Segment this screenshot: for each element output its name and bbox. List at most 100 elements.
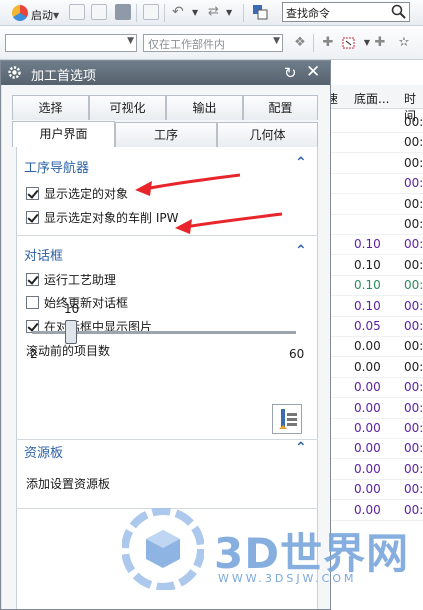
search-icon[interactable] <box>391 4 407 20</box>
table-row[interactable]: 0.00 00:0 <box>320 479 423 501</box>
selection-toolbar: ▼ 仅在工作部件内 ▼ ❖ ✚ ▼ ✚ ✫ <box>0 26 423 60</box>
table-row[interactable]: 0.00 00:0 <box>320 357 423 378</box>
table-cell: 00:4 <box>404 135 423 150</box>
table-row[interactable]: 0.00 00:0 <box>320 438 423 460</box>
checkbox-label: 始终更新对话框 <box>44 295 129 310</box>
add-resource-bar-button[interactable] <box>272 404 302 434</box>
table-cell: 0.00 <box>354 339 381 354</box>
add-resource-bar-label: 添加设置资源板 <box>26 477 111 491</box>
tab-user-interface[interactable]: 用户界面 <box>12 121 115 147</box>
dialog-title-bar[interactable]: 加工首选项 ↻ ✕ <box>1 61 330 85</box>
tab-configuration[interactable]: 配置 <box>243 95 318 120</box>
table-row[interactable]: 00:1 <box>320 214 423 235</box>
show-turning-ipw-option[interactable]: 显示选定对象的车削 IPW <box>26 209 178 225</box>
table-row[interactable]: 00:4 <box>320 132 423 154</box>
table-cell: 00:1 <box>404 257 423 272</box>
table-cell: 00:0 <box>404 359 423 374</box>
table-row[interactable]: 0.00 00:0 <box>320 377 423 399</box>
toolbar-separator <box>136 4 137 22</box>
copy-icon[interactable] <box>143 4 159 20</box>
type-filter-select[interactable]: ▼ <box>5 34 137 52</box>
command-search-text: 查找命令 <box>286 7 330 20</box>
table-row[interactable]: 0.00 00:0 <box>320 418 423 439</box>
table-row[interactable]: 00:4 <box>320 153 423 174</box>
toolbar-separator <box>164 4 165 22</box>
select-region-icon[interactable] <box>341 35 357 51</box>
command-search-input[interactable]: 查找命令 <box>282 2 410 22</box>
section-header-resource-bar[interactable]: 资源板 <box>24 442 63 461</box>
section-header-dialog[interactable]: 对话框 <box>24 245 63 264</box>
nx-logo-icon[interactable] <box>12 5 28 21</box>
section-divider <box>16 439 318 440</box>
table-cell: 00:0 <box>404 482 423 497</box>
toolbar-separator <box>313 34 314 52</box>
run-process-assistant-option[interactable]: 运行工艺助理 <box>26 271 116 287</box>
show-selected-objects-option[interactable]: 显示选定的对象 <box>26 185 128 201</box>
add-selection-icon[interactable]: ✚ <box>372 35 388 51</box>
table-row[interactable]: 0.00 00:0 <box>320 500 423 521</box>
table-row[interactable]: 0.00 00:0 <box>320 398 423 419</box>
checkbox-label: 显示选定的对象 <box>44 186 129 201</box>
reset-icon[interactable]: ↻ <box>284 64 297 82</box>
start-menu-button[interactable]: 启动 ▼ <box>31 5 59 25</box>
close-icon[interactable]: ✕ <box>306 62 320 82</box>
snap-point-icon[interactable]: ✚ <box>320 35 336 51</box>
table-row[interactable]: 0.10 00:0 <box>320 296 423 317</box>
table-cell: 0.00 <box>354 461 381 476</box>
undo-dropdown-icon[interactable]: ▼ <box>192 8 208 24</box>
window-switch-icon[interactable] <box>252 4 268 20</box>
tab-operation[interactable]: 工序 <box>115 122 217 147</box>
repeat-dropdown-icon[interactable]: ▼ <box>226 8 242 24</box>
table-cell: 00:0 <box>404 400 423 415</box>
always-update-dialog-checkbox[interactable] <box>26 295 39 309</box>
table-row[interactable]: 0.00 00:0 <box>320 459 423 480</box>
resource-bar-icon <box>279 409 297 429</box>
table-cell: 00:4 <box>404 115 423 129</box>
slider-max-label: 60 <box>289 347 305 361</box>
table-cell: 00:0 <box>404 176 423 191</box>
column-header[interactable]: 底面... <box>354 90 389 107</box>
scope-filter-select[interactable]: 仅在工作部件内 ▼ <box>143 34 283 52</box>
chevron-up-icon[interactable]: ⌃ <box>295 155 307 171</box>
start-menu-label: 启动 <box>31 9 53 22</box>
new-file-icon[interactable] <box>69 4 85 20</box>
table-cell: 00:0 <box>404 502 423 517</box>
save-icon[interactable] <box>115 4 131 20</box>
table-row[interactable]: 0.00 00:0 <box>320 336 423 358</box>
checkbox-label: 运行工艺助理 <box>44 272 117 287</box>
table-cell: 00:0 <box>404 441 423 456</box>
table-cell: 00:0 <box>404 196 423 211</box>
table-cell: 0.05 <box>354 319 381 333</box>
table-row[interactable]: 0.05 00:0 <box>320 316 423 337</box>
table-cell: 0.10 <box>354 298 381 313</box>
tab-output[interactable]: 输出 <box>166 95 243 120</box>
table-cell: 00:0 <box>404 380 423 395</box>
table-row[interactable]: 0.10 00:0 <box>320 275 423 297</box>
table-cell: 00:1 <box>404 217 423 231</box>
table-row[interactable]: 00:4 <box>320 112 423 133</box>
tab-visualization[interactable]: 可视化 <box>89 95 166 120</box>
undo-icon[interactable]: ↶ <box>172 4 188 20</box>
show-turning-ipw-checkbox[interactable] <box>26 210 39 224</box>
chevron-up-icon[interactable]: ⌃ <box>295 440 307 456</box>
table-row[interactable]: 00:0 <box>320 173 423 195</box>
chevron-down-icon: ▼ <box>53 10 60 20</box>
tab-geometry[interactable]: 几何体 <box>217 122 318 147</box>
chevron-up-icon[interactable]: ⌃ <box>295 243 307 259</box>
section-header-operation-navigator[interactable]: 工序导航器 <box>24 157 89 176</box>
tab-selection[interactable]: 选择 <box>12 95 89 120</box>
table-row[interactable]: 0.10 00:1 <box>320 255 423 276</box>
deselect-icon[interactable]: ✫ <box>396 35 412 51</box>
show-selected-objects-checkbox[interactable] <box>26 186 39 200</box>
open-file-icon[interactable] <box>91 4 107 20</box>
scroll-items-slider-thumb[interactable] <box>65 320 77 344</box>
selection-filter-icon[interactable]: ❖ <box>292 35 308 51</box>
repeat-command-icon[interactable]: ⇄ <box>208 4 224 20</box>
table-row[interactable]: 00:0 <box>320 194 423 215</box>
table-cell: 0.00 <box>354 482 381 497</box>
table-cell: 0.00 <box>354 421 381 435</box>
run-process-assistant-checkbox[interactable] <box>26 272 39 286</box>
table-cell: 00:0 <box>404 421 423 435</box>
table-row[interactable]: 0.10 00:1 <box>320 234 423 256</box>
slider-value: 10 <box>64 302 80 316</box>
